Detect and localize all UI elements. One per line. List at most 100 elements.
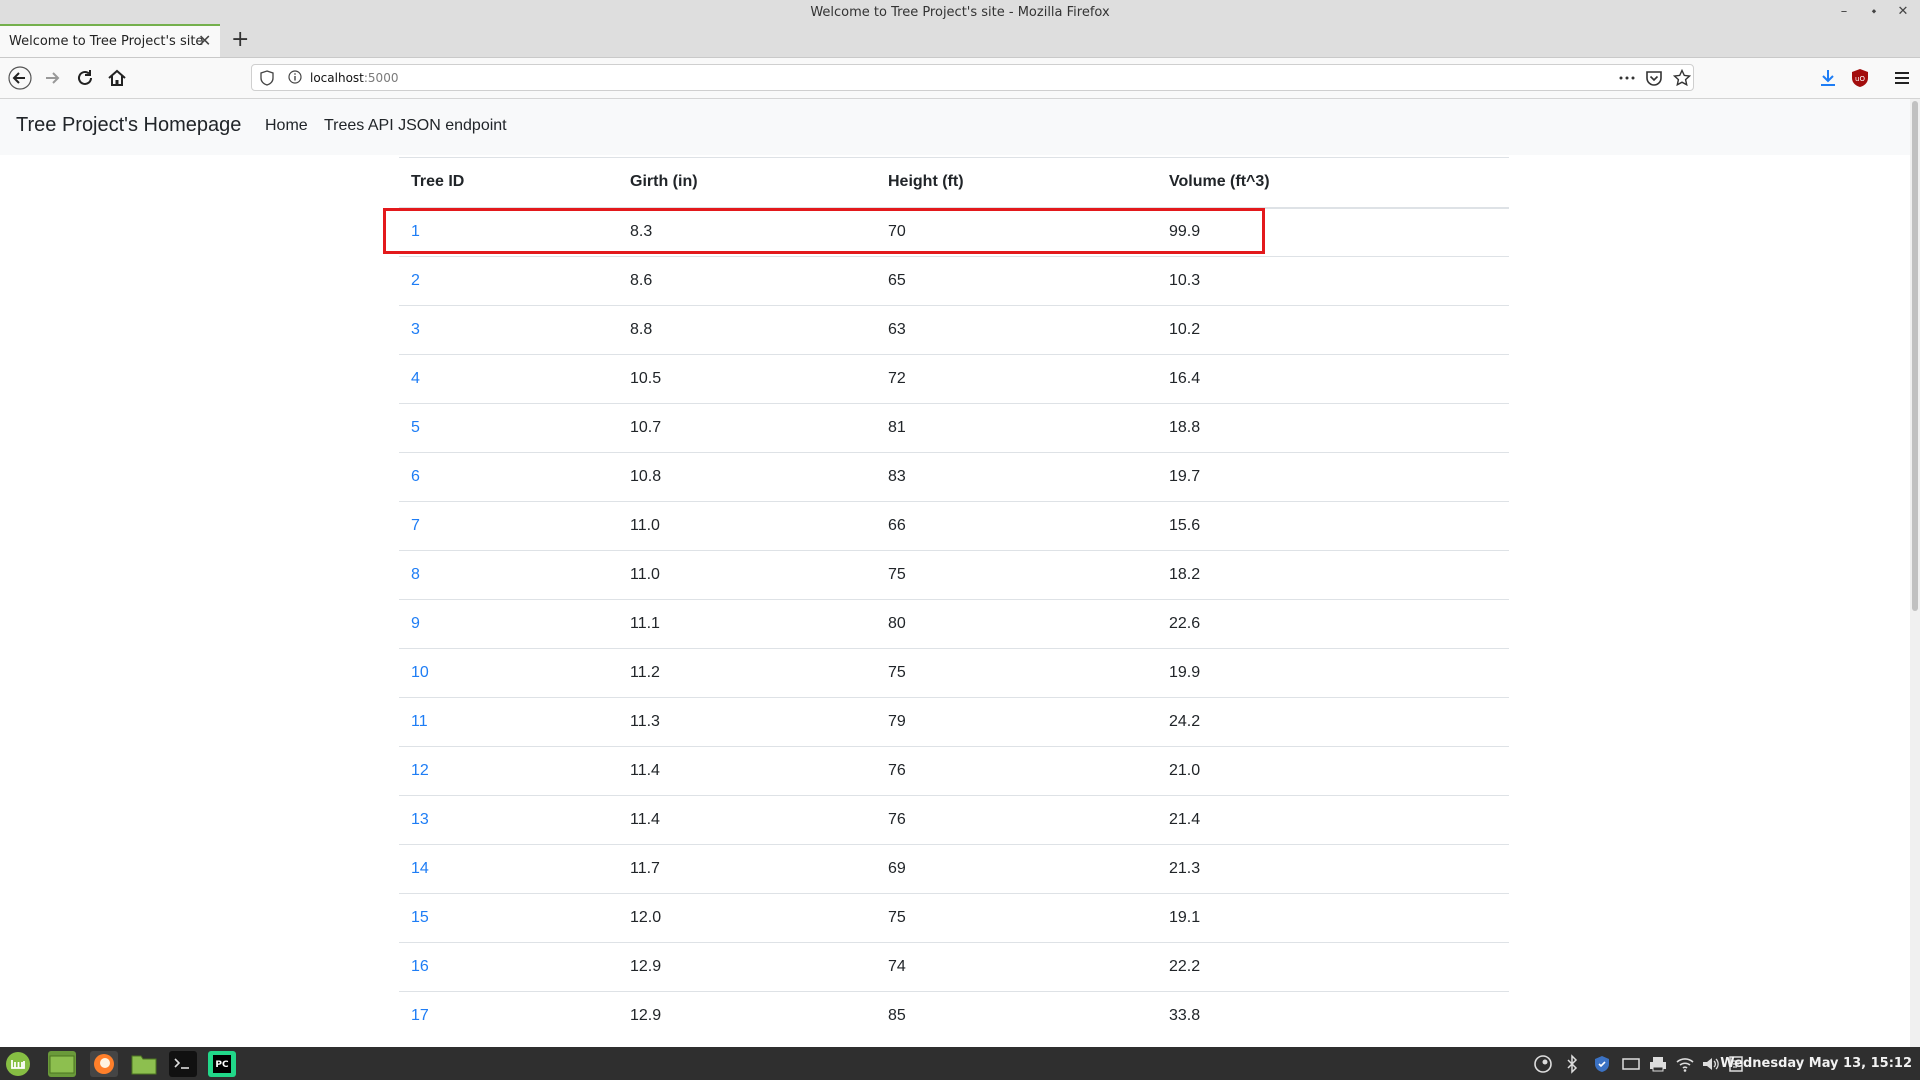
table-row: 16 12.9 74 22.2 xyxy=(399,942,1509,992)
table-row: 11 11.3 79 24.2 xyxy=(399,697,1509,747)
hamburger-menu-icon[interactable] xyxy=(1890,66,1914,90)
table-row: 7 11.0 66 15.6 xyxy=(399,501,1509,551)
taskbar-clock[interactable]: Wednesday May 13, 15:12 xyxy=(1720,1056,1912,1071)
tree-id-link[interactable]: 1 xyxy=(411,223,420,240)
home-icon[interactable] xyxy=(105,66,129,90)
cell-volume: 18.2 xyxy=(1157,550,1509,600)
cell-height: 75 xyxy=(876,550,1157,600)
tree-id-link[interactable]: 16 xyxy=(411,958,429,975)
cell-girth: 12.9 xyxy=(618,942,876,992)
tree-id-link[interactable]: 13 xyxy=(411,811,429,828)
nvidia-tray-icon[interactable] xyxy=(1621,1054,1641,1074)
minimize-button[interactable]: – xyxy=(1834,2,1854,22)
tracking-shield-icon[interactable] xyxy=(260,70,274,89)
bluetooth-icon[interactable] xyxy=(1562,1054,1582,1074)
forward-icon[interactable] xyxy=(40,66,64,90)
cell-volume: 18.8 xyxy=(1157,403,1509,453)
site-brand[interactable]: Tree Project's Homepage xyxy=(16,114,241,137)
url-bar[interactable]: localhost:5000 xyxy=(251,64,1694,91)
tree-id-link[interactable]: 14 xyxy=(411,860,429,877)
cell-height: 85 xyxy=(876,991,1157,1041)
cell-girth: 11.7 xyxy=(618,844,876,894)
cell-girth: 12.0 xyxy=(618,893,876,943)
cell-tree-id: 16 xyxy=(399,942,618,992)
ublock-origin-icon[interactable]: uO xyxy=(1848,66,1872,90)
printer-icon[interactable] xyxy=(1648,1054,1668,1074)
cell-height: 76 xyxy=(876,795,1157,845)
cell-volume: 19.9 xyxy=(1157,648,1509,698)
cell-volume: 24.2 xyxy=(1157,697,1509,747)
cell-tree-id: 17 xyxy=(399,991,618,1041)
table-row: 17 12.9 85 33.8 xyxy=(399,991,1509,1041)
tree-id-link[interactable]: 17 xyxy=(411,1007,429,1024)
tree-id-link[interactable]: 6 xyxy=(411,468,420,485)
site-info-icon[interactable] xyxy=(288,70,302,87)
tree-id-link[interactable]: 2 xyxy=(411,272,420,289)
page-scrollbar[interactable] xyxy=(1910,99,1920,1047)
new-tab-button[interactable]: + xyxy=(231,28,249,52)
mint-menu-icon[interactable] xyxy=(4,1051,32,1077)
cell-volume: 19.7 xyxy=(1157,452,1509,502)
security-shield-icon[interactable] xyxy=(1592,1054,1612,1074)
cell-girth: 11.4 xyxy=(618,795,876,845)
page-actions-icon[interactable] xyxy=(1618,69,1636,87)
cell-girth: 11.2 xyxy=(618,648,876,698)
cell-tree-id: 7 xyxy=(399,501,618,551)
back-icon[interactable] xyxy=(8,66,32,90)
cell-girth: 11.3 xyxy=(618,697,876,747)
restore-button[interactable]: ⬩ xyxy=(1864,2,1884,22)
svg-text:uO: uO xyxy=(1855,75,1865,83)
column-header-girth: Girth (in) xyxy=(618,157,876,209)
tree-id-link[interactable]: 11 xyxy=(411,713,428,730)
tree-id-link[interactable]: 8 xyxy=(411,566,420,583)
volume-icon[interactable] xyxy=(1700,1054,1720,1074)
pycharm-icon[interactable]: PC xyxy=(208,1051,236,1077)
reload-icon[interactable] xyxy=(73,66,97,90)
table-row: 9 11.1 80 22.6 xyxy=(399,599,1509,649)
wifi-icon[interactable] xyxy=(1675,1054,1695,1074)
bookmark-star-icon[interactable] xyxy=(1672,68,1692,87)
tree-id-link[interactable]: 10 xyxy=(411,664,429,681)
nav-link-trees-api[interactable]: Trees API JSON endpoint xyxy=(324,117,507,135)
tab-strip: Welcome to Tree Project's site ✕ + xyxy=(0,24,1920,58)
pocket-icon[interactable] xyxy=(1645,69,1663,87)
nav-link-home[interactable]: Home xyxy=(265,117,308,135)
tree-id-link[interactable]: 7 xyxy=(411,517,420,534)
firefox-icon[interactable] xyxy=(90,1051,118,1077)
cell-tree-id: 13 xyxy=(399,795,618,845)
cell-height: 75 xyxy=(876,648,1157,698)
column-header-volume: Volume (ft^3) xyxy=(1157,157,1509,209)
files-icon[interactable] xyxy=(130,1051,158,1077)
cell-tree-id: 5 xyxy=(399,403,618,453)
cell-height: 65 xyxy=(876,256,1157,306)
cell-tree-id: 14 xyxy=(399,844,618,894)
show-desktop-icon[interactable] xyxy=(48,1051,76,1077)
cell-volume: 33.8 xyxy=(1157,991,1509,1041)
table-row: 5 10.7 81 18.8 xyxy=(399,403,1509,453)
steam-tray-icon[interactable] xyxy=(1533,1054,1553,1074)
tab-close-icon[interactable]: ✕ xyxy=(198,33,211,49)
url-text[interactable]: localhost:5000 xyxy=(310,71,398,85)
window-close-button[interactable]: ✕ xyxy=(1893,2,1913,22)
column-header-height: Height (ft) xyxy=(876,157,1157,209)
tree-id-link[interactable]: 15 xyxy=(411,909,429,926)
terminal-icon[interactable] xyxy=(169,1051,197,1077)
tree-id-link[interactable]: 12 xyxy=(411,762,429,779)
cell-height: 75 xyxy=(876,893,1157,943)
cell-tree-id: 4 xyxy=(399,354,618,404)
cell-girth: 11.1 xyxy=(618,599,876,649)
tree-id-link[interactable]: 5 xyxy=(411,419,420,436)
site-navbar: Tree Project's Homepage Home Trees API J… xyxy=(0,99,1910,155)
cell-tree-id: 3 xyxy=(399,305,618,355)
downloads-icon[interactable] xyxy=(1816,66,1840,90)
cell-volume: 21.0 xyxy=(1157,746,1509,796)
cell-girth: 11.4 xyxy=(618,746,876,796)
tree-id-link[interactable]: 4 xyxy=(411,370,420,387)
tree-id-link[interactable]: 3 xyxy=(411,321,420,338)
tree-id-link[interactable]: 9 xyxy=(411,615,420,632)
tab-tree-project[interactable]: Welcome to Tree Project's site ✕ xyxy=(0,24,220,57)
scrollbar-thumb[interactable] xyxy=(1912,101,1918,611)
cell-tree-id: 6 xyxy=(399,452,618,502)
cell-tree-id: 9 xyxy=(399,599,618,649)
cell-tree-id: 1 xyxy=(399,207,618,257)
